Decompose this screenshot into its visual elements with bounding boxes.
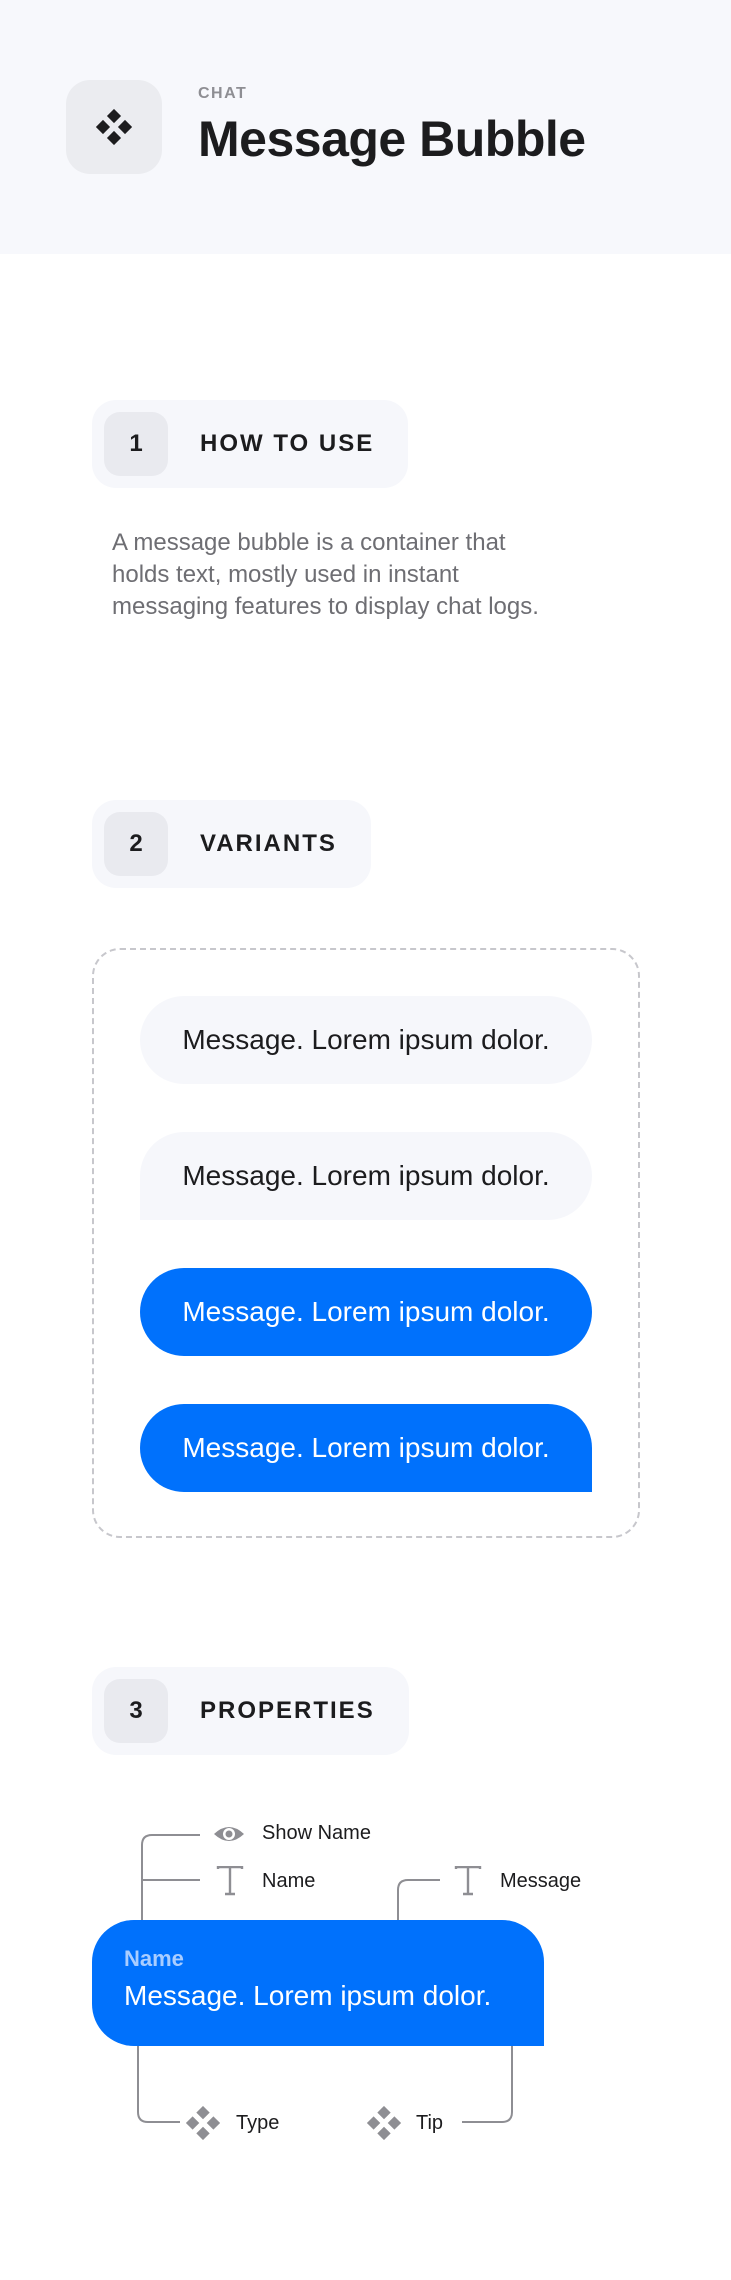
component-diamonds-icon [186, 2106, 220, 2140]
eye-icon [214, 1827, 244, 1841]
message-property-label: Message [500, 1870, 582, 1892]
text-icon [216, 1866, 244, 1896]
tip-property-label: Tip [416, 2112, 444, 2134]
component-diamonds-icon [367, 2106, 401, 2140]
text-icon [454, 1866, 482, 1896]
show-name-label: Show Name [262, 1822, 371, 1844]
type-property-label: Type [236, 2112, 280, 2134]
bubble-name: Name [124, 1946, 184, 1971]
properties-example-bubble: Name Message. Lorem ipsum dolor. [92, 1920, 544, 2046]
name-property-label: Name [262, 1870, 316, 1892]
bubble-message: Message. Lorem ipsum dolor. [124, 1980, 492, 2011]
